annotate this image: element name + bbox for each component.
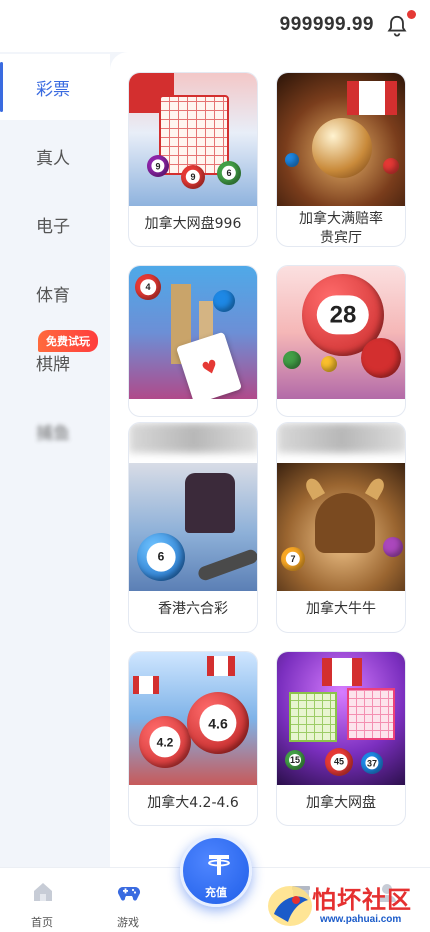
game-thumbnail: 4.2 4.6 — [129, 652, 257, 785]
game-title: 加拿大网盘 — [306, 795, 376, 811]
game-title: 加拿大满赔率 贵宾厅 — [277, 206, 405, 246]
game-title: 加拿大4.2-4.6 — [147, 795, 239, 811]
sidebar-item-slots[interactable]: 电子 — [0, 191, 110, 257]
nav-home[interactable]: 首页 — [2, 868, 82, 932]
sidebar-item-label: 彩票 — [36, 79, 70, 100]
top-header: 999999.99 — [0, 0, 430, 52]
game-thumbnail: 6 — [129, 463, 257, 591]
balance-amount: 999999.99 — [279, 14, 374, 35]
game-thumbnail: 4 ♥ — [129, 266, 257, 399]
game-title: 加拿大牛牛 — [306, 601, 376, 617]
game-title-text: 加拿大满赔率 贵宾厅 — [299, 211, 383, 246]
tether-icon — [208, 855, 230, 875]
sidebar-item-label: 真人 — [36, 148, 70, 169]
sidebar-item-lottery[interactable]: 彩票 — [0, 54, 110, 120]
game-thumbnail: 15 45 37 — [277, 652, 405, 785]
game-thumbnail — [277, 73, 405, 206]
game-thumbnail: 7 — [277, 463, 405, 591]
nav-games[interactable]: 游戏 — [88, 868, 168, 932]
sidebar-item-fishing[interactable]: 捕鱼 — [0, 398, 110, 464]
nav-games-label: 游戏 — [117, 916, 139, 929]
notification-dot — [407, 10, 416, 19]
game-card[interactable]: 6 香港六合彩 — [128, 422, 258, 633]
recharge-label: 充值 — [205, 886, 227, 899]
watermark-text: 怕坏社区 — [312, 885, 412, 914]
sidebar-item-sports[interactable]: 体育 — [0, 260, 110, 326]
bell-icon[interactable] — [386, 14, 408, 38]
game-grid: 9 9 6 加拿大网盘996 加拿大满赔率 贵宾厅 4 ♥ 28 6 香港六合彩… — [110, 52, 430, 867]
game-thumbnail: 28 — [277, 266, 405, 399]
watermark-url: www.pahuai.com — [320, 914, 402, 925]
blurred-region — [277, 423, 405, 453]
blurred-region — [129, 423, 257, 453]
category-sidebar: 彩票 真人 电子 体育 棋牌 捕鱼 免费试玩 — [0, 52, 110, 867]
game-title: 香港六合彩 — [158, 601, 228, 617]
game-card[interactable]: 9 9 6 加拿大网盘996 — [128, 72, 258, 247]
recharge-button[interactable]: 充值 — [180, 835, 252, 907]
game-thumbnail: 9 9 6 — [129, 73, 257, 206]
game-card[interactable]: 4.2 4.6 加拿大4.2-4.6 — [128, 651, 258, 826]
sidebar-item-live[interactable]: 真人 — [0, 123, 110, 189]
sidebar-item-label: 棋牌 — [36, 354, 70, 375]
nav-home-label: 首页 — [31, 916, 53, 929]
sidebar-item-label: 捕鱼 — [36, 423, 70, 444]
game-card[interactable]: 7 加拿大牛牛 — [276, 422, 406, 633]
sidebar-item-label: 体育 — [36, 285, 70, 306]
free-trial-badge: 免费试玩 — [38, 330, 98, 352]
game-card[interactable]: 4 ♥ — [128, 265, 258, 417]
gamepad-icon — [118, 887, 140, 901]
game-title: 加拿大网盘996 — [144, 216, 242, 232]
game-card[interactable]: 加拿大满赔率 贵宾厅 — [276, 72, 406, 247]
game-card[interactable]: 28 — [276, 265, 406, 417]
sidebar-item-label: 电子 — [36, 216, 70, 237]
home-icon — [34, 883, 52, 901]
game-card[interactable]: 15 45 37 加拿大网盘 — [276, 651, 406, 826]
